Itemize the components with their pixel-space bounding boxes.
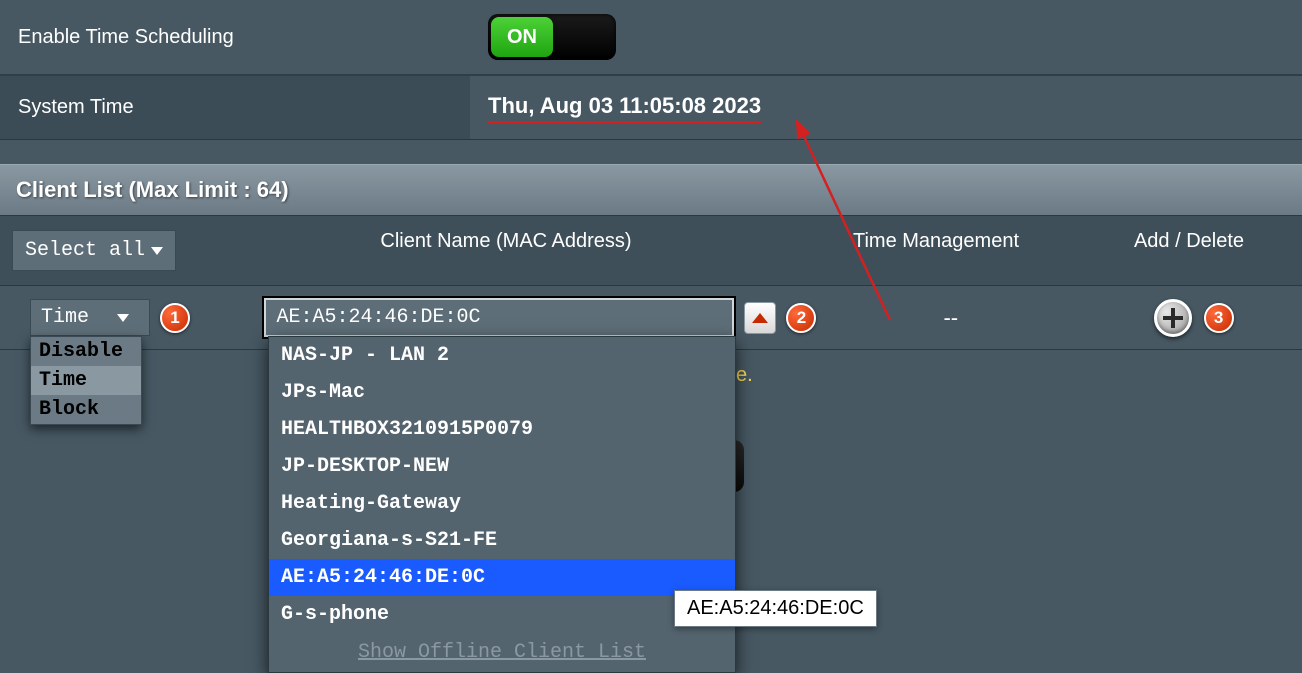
step-badge-3: 3: [1204, 303, 1234, 333]
row-enable-scheduling: Enable Time Scheduling ON: [0, 0, 1302, 76]
col-client-name: Client Name (MAC Address): [216, 216, 796, 285]
client-option[interactable]: NAS-JP - LAN 2: [269, 337, 735, 374]
mode-option-disable[interactable]: Disable: [31, 337, 141, 366]
row-system-time: System Time Thu, Aug 03 11:05:08 2023: [0, 76, 1302, 140]
client-mac-input[interactable]: [264, 298, 734, 337]
client-option-selected[interactable]: AE:A5:24:46:DE:0C: [269, 559, 735, 596]
client-option[interactable]: JP-DESKTOP-NEW: [269, 448, 735, 485]
show-offline-clients-link[interactable]: Show Offline Client List: [269, 633, 735, 672]
hint-text-fragment: e.: [736, 364, 753, 387]
select-all-label: Select all: [25, 239, 145, 262]
client-option[interactable]: JPs-Mac: [269, 374, 735, 411]
step-badge-1: 1: [160, 303, 190, 333]
enable-scheduling-toggle[interactable]: ON: [488, 14, 616, 60]
enable-scheduling-value: ON: [470, 0, 1302, 74]
mode-select[interactable]: Time: [30, 299, 150, 336]
client-option[interactable]: Georgiana-s-S21-FE: [269, 522, 735, 559]
enable-scheduling-label: Enable Time Scheduling: [0, 6, 470, 69]
step-badge-2: 2: [786, 303, 816, 333]
col-time-management: Time Management: [796, 216, 1076, 285]
chevron-down-icon: [151, 247, 163, 255]
mode-select-value: Time: [41, 306, 89, 329]
mac-tooltip: AE:A5:24:46:DE:0C: [674, 590, 877, 627]
mode-dropdown: Disable Time Block: [30, 336, 142, 425]
system-time-label: System Time: [0, 76, 470, 139]
mode-option-block[interactable]: Block: [31, 395, 141, 424]
chevron-down-icon: [117, 314, 129, 322]
col-add-delete: Add / Delete: [1076, 216, 1302, 285]
client-dropdown-list: NAS-JP - LAN 2 JPs-Mac HEALTHBOX3210915P…: [268, 336, 736, 673]
client-option[interactable]: HEALTHBOX3210915P0079: [269, 411, 735, 448]
add-client-button[interactable]: [1154, 299, 1192, 337]
client-dropdown-toggle[interactable]: [744, 302, 776, 334]
toggle-on-indicator: ON: [491, 17, 553, 57]
mode-option-time[interactable]: Time: [31, 366, 141, 395]
system-time-text: Thu, Aug 03 11:05:08 2023: [488, 93, 761, 123]
system-time-value-cell: Thu, Aug 03 11:05:08 2023: [470, 79, 1302, 137]
time-management-value: --: [816, 305, 1085, 331]
client-option[interactable]: G-s-phone: [269, 596, 735, 633]
client-list-header: Client List (Max Limit : 64): [0, 164, 1302, 215]
triangle-up-icon: [752, 313, 768, 323]
plus-icon: [1163, 308, 1183, 328]
select-all-button[interactable]: Select all: [12, 230, 176, 271]
client-table-header: Select all Client Name (MAC Address) Tim…: [0, 215, 1302, 286]
client-option[interactable]: Heating-Gateway: [269, 485, 735, 522]
